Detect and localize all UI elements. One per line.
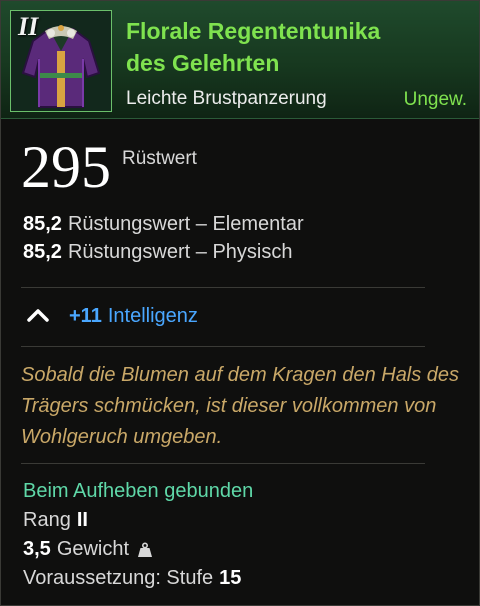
stat-value: 85,2 [23,213,62,235]
bonus-label: Intelligenz [107,304,198,327]
requirement-value: 15 [219,567,242,589]
bonus-row: +11 Intelligenz [23,304,198,328]
bonus-value: +11 [69,304,102,327]
stat-value: 85,2 [23,241,62,263]
item-rank-glyph: II [18,12,39,41]
chevron-up-icon [27,309,49,322]
divider [21,287,425,288]
stat-line-physical: 85,2 Rüstungswert – Physisch [23,241,292,264]
weight-line: 3,5 Gewicht [23,538,153,561]
weight-value: 3,5 [23,538,51,560]
requirement-line: Voraussetzung: Stufe 15 [23,567,241,590]
weight-icon [138,541,153,557]
rank-line: Rang II [23,509,88,532]
armor-label: Rüstwert [122,148,197,169]
item-type: Leichte Brustpanzerung [126,88,327,109]
item-name-line-2: des Gelehrten [126,50,280,76]
divider [21,346,425,347]
stat-line-elemental: 85,2 Rüstungswert – Elementar [23,213,304,236]
item-name: Florale Regententunika des Gelehrten [126,15,466,79]
binding-text: Beim Aufheben gebunden [23,480,254,502]
requirement-label: Voraussetzung: Stufe [23,567,214,589]
item-name-line-1: Florale Regententunika [126,18,381,44]
stat-label: Rüstungswert – Physisch [67,241,293,263]
item-tooltip: II Florale Regententunika des Gelehrten … [0,0,480,606]
weight-label: Gewicht [56,538,130,560]
tunic-icon: II [10,10,112,112]
tooltip-header: II Florale Regententunika des Gelehrten … [1,1,479,119]
stat-label: Rüstungswert – Elementar [67,213,304,235]
rarity-label: Ungew. [403,89,467,110]
rank-value: II [76,509,88,531]
rank-label: Rang [23,509,71,531]
armor-value: 295 [21,134,111,200]
flavor-text: Sobald die Blumen auf dem Kragen den Hal… [21,364,460,448]
divider [21,463,425,464]
